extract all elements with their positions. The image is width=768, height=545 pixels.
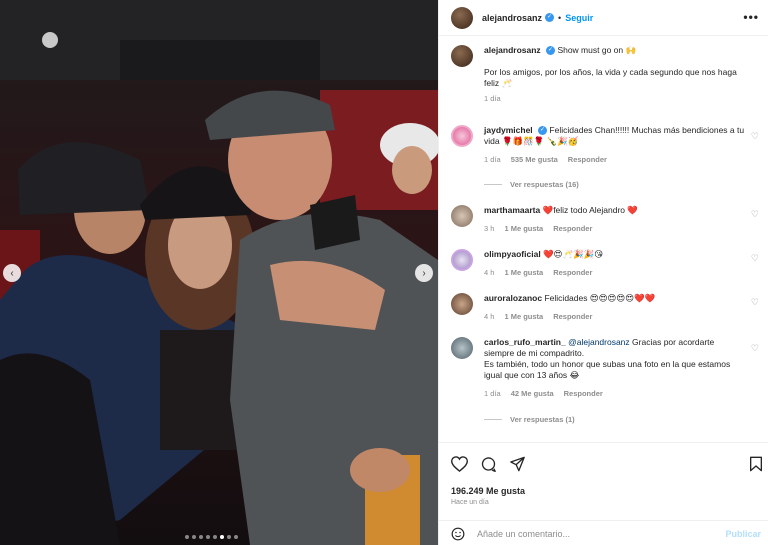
heart-icon[interactable]: ♡ [751, 343, 759, 354]
comments-feed[interactable]: alejandrosanz ✓ Show must go on 🙌 Por lo… [439, 37, 768, 442]
commenter-avatar[interactable] [451, 205, 473, 227]
comment-bar: Publicar [439, 520, 768, 545]
carousel-dots [185, 535, 238, 539]
comment-icon[interactable] [480, 456, 497, 472]
party-photo-image [0, 0, 438, 545]
reply-button[interactable]: Responder [553, 311, 592, 322]
carousel-dot [192, 535, 196, 539]
carousel-dot [199, 535, 203, 539]
comment-time: 4 h [484, 312, 495, 321]
carousel-dot [234, 535, 238, 539]
comment-text-2: Es también, todo un honor que subas una … [484, 359, 731, 380]
commenter-username[interactable]: marthamaarta [484, 205, 540, 215]
reply-button[interactable]: Responder [553, 267, 592, 278]
commenter-username[interactable]: jaydymichel [484, 125, 533, 135]
follow-button[interactable]: Seguir [565, 13, 593, 23]
heart-icon[interactable]: ♡ [751, 209, 759, 220]
comment-time: 1 día [484, 389, 501, 398]
post-side-panel: alejandrosanz ✓ • Seguir ••• alejandrosa… [438, 0, 768, 545]
commenter-username[interactable]: auroralozanoc [484, 293, 542, 303]
carousel-dot [185, 535, 189, 539]
caption-text: Show must go on 🙌 [557, 45, 637, 55]
comment-likes[interactable]: 535 Me gusta [511, 154, 558, 165]
carousel-dot [206, 535, 210, 539]
verified-icon: ✓ [546, 46, 556, 56]
more-icon[interactable]: ••• [743, 10, 759, 24]
share-icon[interactable] [509, 456, 526, 472]
comment-time: 1 día [484, 155, 501, 164]
comment-time: 3 h [484, 224, 495, 233]
post-photo[interactable]: ‹ › [0, 0, 438, 545]
comment-mention[interactable]: @alejandrosanz [568, 337, 630, 347]
heart-icon[interactable]: ♡ [751, 253, 759, 264]
publish-button[interactable]: Publicar [725, 529, 761, 539]
post-header: alejandrosanz ✓ • Seguir ••• [439, 0, 768, 36]
commenter-username[interactable]: carlos_rufo_martin_ [484, 337, 566, 347]
heart-icon[interactable]: ♡ [751, 131, 759, 142]
commenter-avatar[interactable] [451, 337, 473, 359]
instagram-post-dialog: ‹ › alejandrosanz ✓ • Seguir ••• alejand… [0, 0, 768, 545]
comment-text: ❤️feliz todo Alejandro ❤️ [542, 205, 638, 215]
likes-count[interactable]: 196.249 Me gusta [451, 486, 525, 496]
author-avatar[interactable] [451, 6, 473, 29]
post-actions: 196.249 Me gusta Hace un día Publicar [439, 442, 768, 545]
commenter-avatar[interactable] [451, 293, 473, 315]
comment-likes[interactable]: 1 Me gusta [504, 311, 543, 322]
reply-button[interactable]: Responder [564, 388, 603, 399]
comment-text: ❤️😍🥂🎉🎉😘 [543, 249, 604, 259]
verified-icon: ✓ [538, 126, 548, 136]
comment-likes[interactable]: 1 Me gusta [504, 223, 543, 234]
chevron-left-icon[interactable]: ‹ [3, 264, 21, 282]
commenter-username[interactable]: olimpyaoficial [484, 249, 541, 259]
view-replies-label: Ver respuestas (16) [510, 180, 579, 189]
verified-icon: ✓ [545, 13, 555, 22]
comment-likes[interactable]: 1 Me gusta [504, 267, 543, 278]
view-replies-button[interactable]: Ver respuestas (1) [484, 415, 575, 424]
caption-time: 1 día [484, 94, 501, 103]
reply-button[interactable]: Responder [553, 223, 592, 234]
separator-dot: • [558, 12, 562, 23]
heart-icon[interactable]: ♡ [751, 297, 759, 308]
emoji-icon[interactable] [451, 527, 465, 541]
carousel-dot [213, 535, 217, 539]
comment-likes[interactable]: 42 Me gusta [511, 388, 554, 399]
view-replies-label: Ver respuestas (1) [510, 415, 575, 424]
caption-text-2: Por los amigos, por los años, la vida y … [484, 67, 737, 88]
author-username[interactable]: alejandrosanz [482, 13, 542, 23]
carousel-dot-active [220, 535, 224, 539]
view-replies-button[interactable]: Ver respuestas (16) [484, 180, 579, 189]
post-timestamp: Hace un día [451, 499, 489, 506]
chevron-right-icon[interactable]: › [415, 264, 433, 282]
caption-username[interactable]: alejandrosanz [484, 45, 541, 55]
reply-button[interactable]: Responder [568, 154, 607, 165]
comment-text: Felicidades 😍😍😍😍😍❤️❤️ [544, 293, 656, 303]
replies-divider [484, 419, 502, 420]
commenter-avatar[interactable] [451, 125, 473, 147]
comment-time: 4 h [484, 268, 495, 277]
replies-divider [484, 184, 502, 185]
commenter-avatar[interactable] [451, 249, 473, 271]
comment-input[interactable] [477, 528, 707, 539]
bookmark-icon[interactable] [749, 456, 763, 472]
carousel-dot [227, 535, 231, 539]
author-avatar[interactable] [451, 45, 473, 67]
heart-icon[interactable] [451, 456, 468, 472]
